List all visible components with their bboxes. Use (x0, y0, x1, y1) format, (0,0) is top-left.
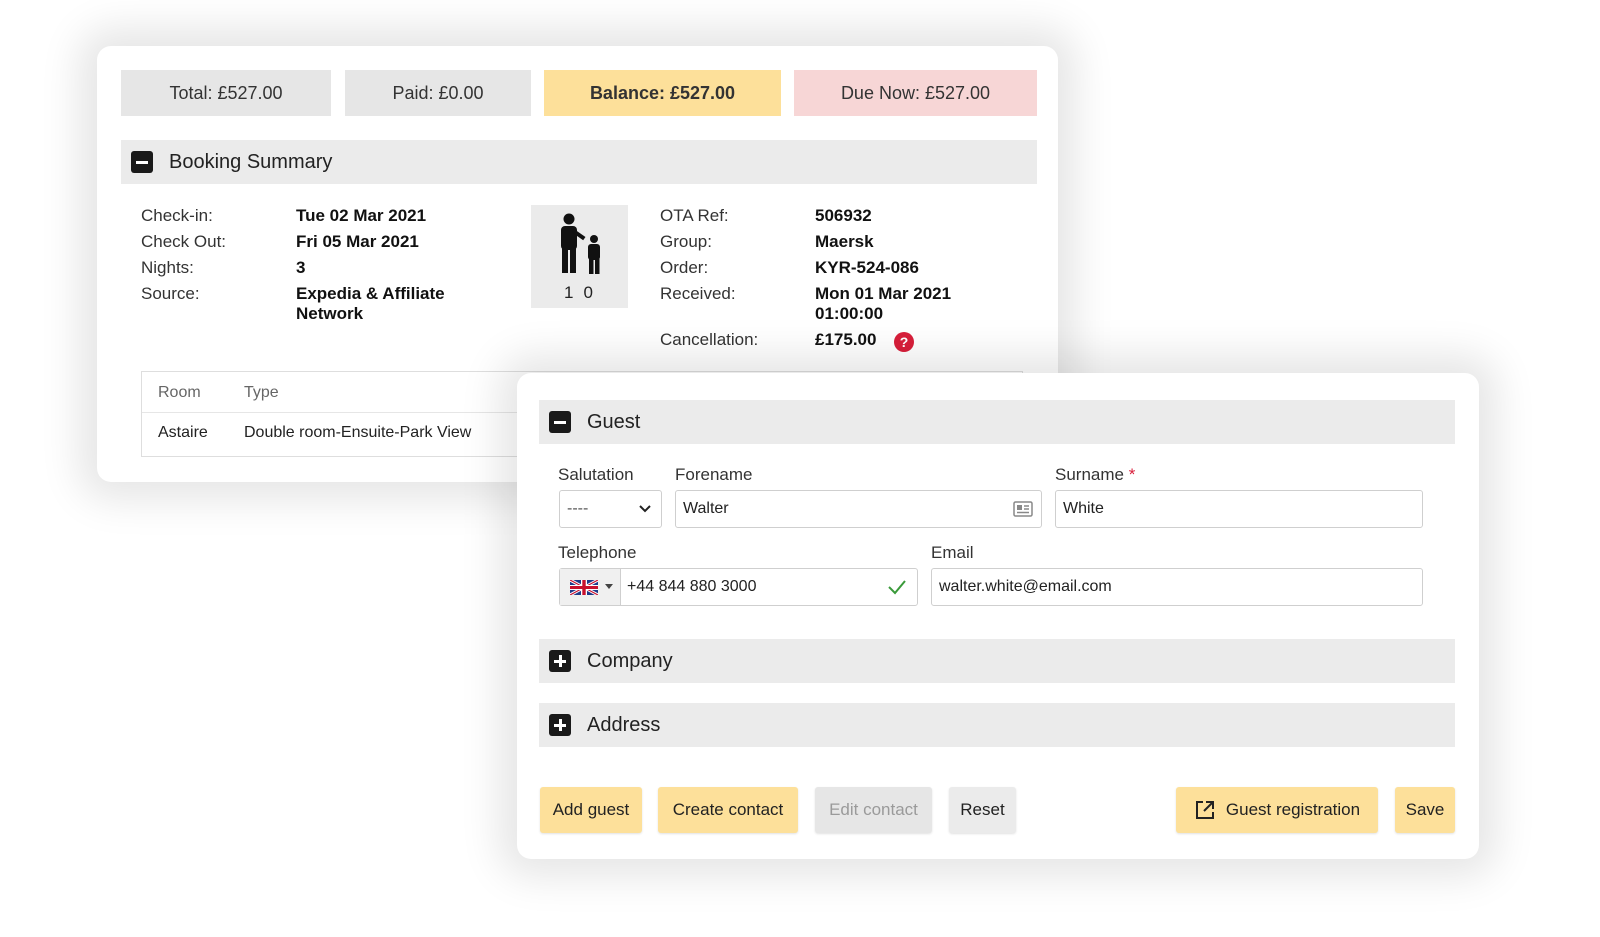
type-column-header: Type (244, 384, 279, 401)
surname-label: Surname * (1055, 465, 1135, 485)
collapse-icon[interactable] (549, 411, 571, 433)
nights-label: Nights: (141, 258, 194, 277)
guest-card: Guest Salutation Forename Surname * ----… (517, 373, 1479, 859)
forename-value: Walter (683, 500, 729, 517)
reset-button[interactable]: Reset (949, 787, 1016, 833)
checkout-value: Fri 05 Mar 2021 (296, 232, 419, 251)
booking-summary-header[interactable]: Booking Summary (121, 140, 1037, 184)
balance-amount: Balance: £527.00 (589, 82, 736, 103)
surname-input[interactable]: White (1055, 490, 1423, 528)
cancellation-value: £175.00 (815, 330, 877, 349)
paid-amount: Paid: £0.00 (392, 82, 484, 103)
received-value-line2: 01:00:00 (815, 304, 884, 323)
email-label: Email (931, 543, 974, 562)
address-section-title: Address (587, 713, 661, 736)
surname-value: White (1063, 500, 1104, 517)
salutation-label: Salutation (558, 465, 634, 484)
child-count: 0 (583, 283, 603, 302)
create-contact-button[interactable]: Create contact (658, 787, 798, 833)
guest-section-title: Guest (587, 410, 641, 433)
guest-registration-button[interactable]: Guest registration (1176, 787, 1378, 833)
occupancy-box: 10 (531, 205, 628, 308)
due-now-box: Due Now: £527.00 (794, 70, 1037, 116)
source-label: Source: (141, 284, 200, 303)
type-cell: Double room-Ensuite-Park View (244, 424, 472, 441)
contact-card-icon[interactable] (1013, 501, 1033, 517)
group-label: Group: (660, 232, 712, 251)
room-column-header: Room (158, 384, 201, 401)
adult-count: 1 (564, 283, 584, 302)
edit-contact-label: Edit contact (829, 800, 918, 819)
checkout-label: Check Out: (141, 232, 227, 251)
create-contact-label: Create contact (672, 800, 784, 819)
company-section-header[interactable]: Company (539, 639, 1455, 683)
salutation-value: ---- (567, 500, 589, 517)
source-value-line1: Expedia & Affiliate (296, 284, 445, 303)
reset-label: Reset (960, 800, 1005, 819)
required-marker: * (1128, 465, 1136, 484)
salutation-select[interactable]: ---- (559, 490, 662, 528)
save-label: Save (1405, 800, 1445, 819)
occupancy-counts: 10 (531, 283, 628, 303)
ota-ref-label: OTA Ref: (660, 206, 729, 225)
expand-icon[interactable] (549, 714, 571, 736)
total-amount: Total: £527.00 (169, 82, 283, 103)
group-value: Maersk (815, 232, 874, 251)
company-section-title: Company (587, 649, 673, 672)
expand-icon[interactable] (549, 650, 571, 672)
add-guest-button[interactable]: Add guest (540, 787, 642, 833)
received-label: Received: (660, 284, 736, 303)
save-button[interactable]: Save (1395, 787, 1455, 833)
paid-box: Paid: £0.00 (345, 70, 531, 116)
edit-contact-button[interactable]: Edit contact (815, 787, 932, 833)
checkin-label: Check-in: (141, 206, 213, 225)
address-section-header[interactable]: Address (539, 703, 1455, 747)
source-value-line2: Network (296, 304, 364, 323)
help-glyph: ? (899, 334, 909, 350)
checkin-value: Tue 02 Mar 2021 (296, 206, 427, 225)
cancellation-label: Cancellation: (660, 330, 759, 349)
add-guest-label: Add guest (552, 800, 630, 819)
help-icon[interactable]: ? (894, 332, 914, 352)
order-label: Order: (660, 258, 709, 277)
chevron-down-icon (639, 505, 651, 513)
received-value-line1: Mon 01 Mar 2021 (815, 284, 952, 303)
adult-child-icon (561, 213, 600, 274)
check-icon (888, 580, 906, 595)
guest-registration-label: Guest registration (1225, 800, 1361, 819)
room-cell: Astaire (158, 424, 208, 441)
booking-summary-title: Booking Summary (169, 150, 333, 173)
balance-box: Balance: £527.00 (544, 70, 781, 116)
surname-label-text: Surname (1055, 465, 1124, 484)
telephone-value: +44 844 880 3000 (627, 578, 757, 595)
telephone-label: Telephone (558, 543, 637, 562)
guest-section-header[interactable]: Guest (539, 400, 1455, 444)
order-value: KYR-524-086 (815, 258, 919, 277)
forename-label: Forename (675, 465, 753, 484)
telephone-input[interactable]: +44 844 880 3000 (559, 568, 918, 606)
due-now-amount: Due Now: £527.00 (840, 82, 991, 103)
country-selector[interactable] (560, 569, 621, 605)
external-link-icon (1195, 801, 1214, 819)
email-input[interactable]: walter.white@email.com (931, 568, 1423, 606)
uk-flag-icon (570, 580, 598, 595)
collapse-icon[interactable] (131, 151, 153, 173)
nights-value: 3 (296, 258, 306, 277)
forename-input[interactable]: Walter (675, 490, 1042, 528)
ota-ref-value: 506932 (815, 206, 872, 225)
email-value: walter.white@email.com (939, 578, 1112, 595)
caret-down-icon (605, 584, 613, 589)
total-box: Total: £527.00 (121, 70, 331, 116)
